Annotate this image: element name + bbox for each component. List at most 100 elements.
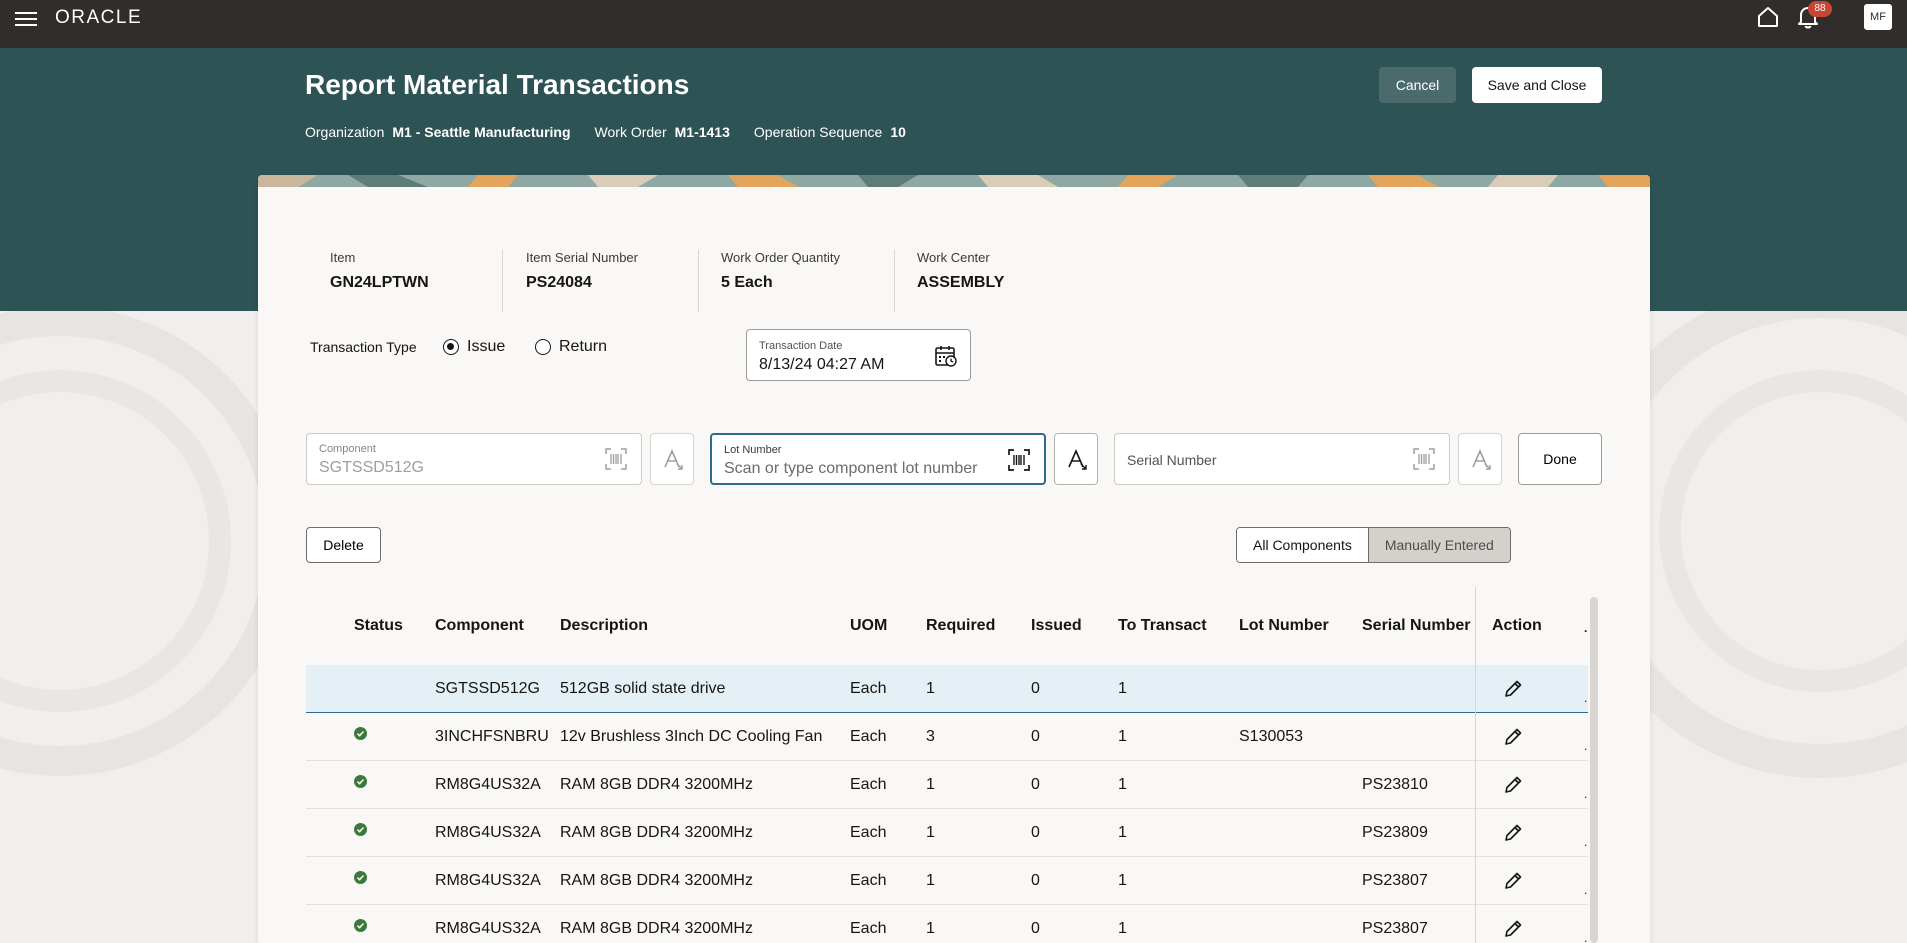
serial-text-recognition-button[interactable] [1458, 433, 1502, 485]
radio-selected-indicator [443, 339, 459, 355]
table-row[interactable]: RM8G4US32A RAM 8GB DDR4 3200MHz Each 1 0 1 PS2… [306, 809, 1588, 857]
user-avatar[interactable]: MF [1864, 4, 1892, 30]
cell-component: 3INCHFSNBRU [435, 727, 549, 745]
column-header-serial-number[interactable]: Serial Number [1362, 587, 1470, 665]
column-header-status[interactable]: Status [354, 587, 403, 665]
pencil-icon[interactable] [1502, 822, 1524, 844]
text-recognition-icon [664, 449, 683, 470]
organization-label: Organization [305, 124, 385, 140]
pencil-icon[interactable] [1502, 678, 1524, 700]
frozen-column-divider [1475, 587, 1476, 943]
column-header-description[interactable]: Description [560, 587, 648, 665]
organization-context: Organization M1 - Seattle Manufacturing [305, 124, 571, 140]
operation-sequence-label: Operation Sequence [753, 124, 883, 140]
work-center-info: Work Center ASSEMBLY [917, 250, 1004, 312]
organization-value: M1 - Seattle Manufacturing [392, 124, 571, 140]
work-center-label: Work Center [917, 250, 990, 265]
cell-description: 512GB solid state drive [560, 679, 726, 697]
save-and-close-button[interactable]: Save and Close [1472, 67, 1602, 103]
all-components-button[interactable]: All Components [1237, 528, 1368, 562]
table-header-row: Status Component Description UOM Require… [306, 587, 1588, 665]
item-serial-label: Item Serial Number [526, 250, 638, 265]
component-field-label: Component [319, 443, 376, 455]
cell-serial-number: PS23809 [1362, 823, 1428, 841]
done-button[interactable]: Done [1518, 433, 1602, 485]
cell-required: 1 [926, 775, 935, 793]
column-header-issued[interactable]: Issued [1031, 587, 1082, 665]
cell-action [1502, 665, 1524, 712]
cell-uom: Each [850, 727, 887, 745]
cell-action [1502, 713, 1524, 760]
work-order-quantity-value: 5 Each [721, 274, 773, 291]
operation-sequence-value: 10 [890, 124, 906, 140]
pencil-icon[interactable] [1502, 726, 1524, 748]
column-header-action: Action [1492, 617, 1542, 634]
check-circle-icon [354, 871, 367, 884]
item-serial-info: Item Serial Number PS24084 [526, 250, 638, 312]
work-order-quantity-info: Work Order Quantity 5 Each [721, 250, 840, 312]
component-field[interactable]: Component SGTSSD512G [306, 433, 642, 485]
component-text-recognition-button[interactable] [650, 433, 694, 485]
cell-serial-number: PS23810 [1362, 775, 1428, 793]
delete-button[interactable]: Delete [306, 527, 381, 563]
issue-radio[interactable]: Issue [443, 338, 505, 356]
global-header: ORACLE 88 MF [0, 0, 1907, 48]
cell-component: RM8G4US32A [435, 775, 541, 793]
pencil-icon[interactable] [1502, 918, 1524, 940]
cell-serial-number: PS23807 [1362, 871, 1428, 889]
transaction-date-field[interactable]: Transaction Date 8/13/24 04:27 AM [746, 329, 971, 381]
cell-serial-number: PS23807 [1362, 919, 1428, 937]
barcode-scan-icon[interactable] [1008, 449, 1030, 471]
more-columns-indicator: . [1584, 691, 1588, 705]
transaction-card: Item GN24LPTWN Item Serial Number PS2408… [258, 175, 1650, 943]
column-header-required[interactable]: Required [926, 587, 995, 665]
column-header-uom[interactable]: UOM [850, 587, 887, 665]
column-header-lot-number[interactable]: Lot Number [1239, 587, 1329, 665]
pencil-icon[interactable] [1502, 774, 1524, 796]
serial-number-field[interactable]: Serial Number [1114, 433, 1450, 485]
more-columns-indicator: . [1584, 739, 1588, 753]
components-table: Status Component Description UOM Require… [306, 587, 1650, 943]
component-filter-toggle: All Components Manually Entered [1236, 527, 1511, 563]
cancel-button[interactable]: Cancel [1379, 67, 1456, 103]
cell-issued: 0 [1031, 919, 1040, 937]
pencil-icon[interactable] [1502, 870, 1524, 892]
barcode-scan-icon[interactable] [1413, 448, 1435, 470]
cell-status [354, 857, 367, 904]
cell-status [354, 905, 367, 943]
table-row[interactable]: RM8G4US32A RAM 8GB DDR4 3200MHz Each 1 0 1 PS2… [306, 857, 1588, 905]
cell-uom: Each [850, 823, 887, 841]
cell-to-transact: 1 [1118, 919, 1127, 937]
table-row[interactable]: RM8G4US32A RAM 8GB DDR4 3200MHz Each 1 0 1 PS2… [306, 761, 1588, 809]
return-radio-label: Return [559, 338, 608, 355]
item-info: Item GN24LPTWN [330, 250, 429, 312]
home-icon[interactable] [1756, 6, 1780, 28]
hamburger-icon[interactable] [15, 9, 37, 27]
barcode-scan-icon[interactable] [605, 448, 627, 470]
cell-description: RAM 8GB DDR4 3200MHz [560, 823, 753, 841]
cell-description: RAM 8GB DDR4 3200MHz [560, 871, 753, 889]
table-row[interactable]: SGTSSD512G 512GB solid state drive Each 1 0 1… [306, 665, 1588, 713]
column-header-to-transact[interactable]: To Transact [1118, 587, 1207, 665]
column-header-component[interactable]: Component [435, 587, 524, 665]
lot-number-field[interactable]: Lot Number Scan or type component lot nu… [710, 433, 1046, 485]
cell-uom: Each [850, 775, 887, 793]
lot-text-recognition-button[interactable] [1054, 433, 1098, 485]
cell-action [1502, 905, 1524, 943]
operation-sequence-context: Operation Sequence 10 [754, 124, 906, 140]
work-order-value: M1-1413 [674, 124, 730, 140]
text-recognition-icon [1472, 449, 1491, 470]
return-radio[interactable]: Return [535, 338, 607, 356]
table-row[interactable]: RM8G4US32A RAM 8GB DDR4 3200MHz Each 1 0 1 PS2… [306, 905, 1588, 943]
transaction-date-label: Transaction Date [759, 340, 843, 352]
check-circle-icon [354, 727, 367, 740]
work-order-label: Work Order [594, 124, 667, 140]
cell-lot-number: S130053 [1239, 727, 1304, 745]
issue-radio-label: Issue [467, 338, 506, 355]
cell-issued: 0 [1031, 871, 1040, 889]
manually-entered-button[interactable]: Manually Entered [1367, 528, 1510, 562]
table-scrollbar[interactable] [1590, 597, 1598, 943]
table-row[interactable]: 3INCHFSNBRU 12v Brushless 3Inch DC Coolin… [306, 713, 1588, 761]
more-columns-indicator: . [1584, 621, 1588, 635]
calendar-icon[interactable] [934, 344, 958, 368]
